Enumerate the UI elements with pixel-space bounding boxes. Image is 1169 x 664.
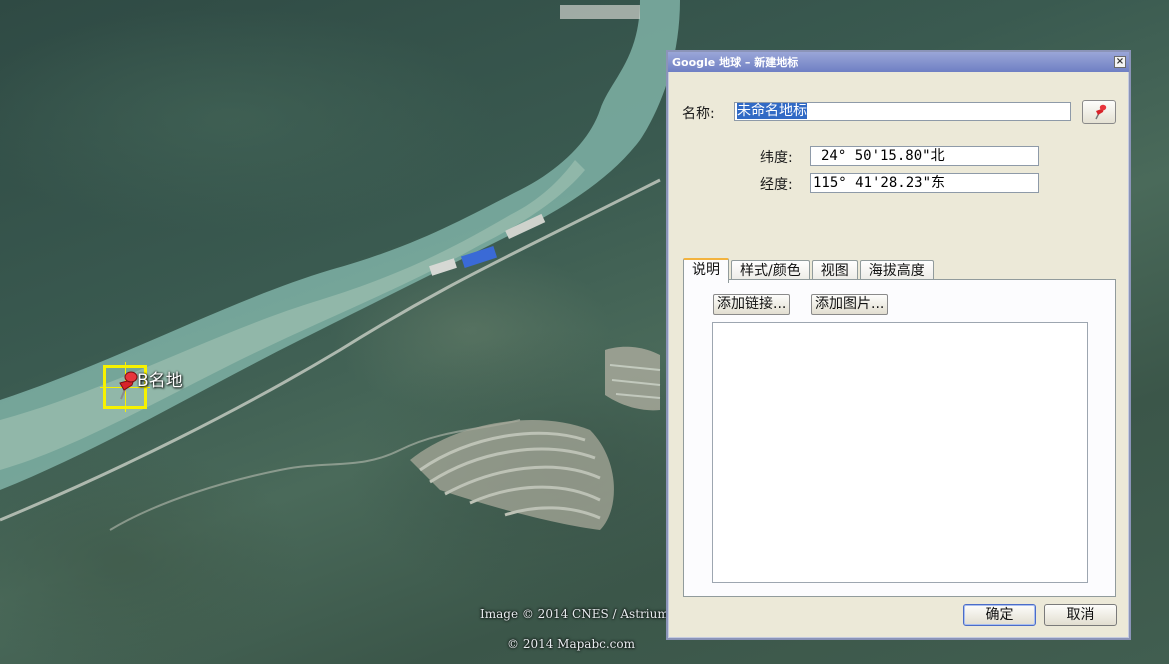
longitude-input[interactable]: 115° 41'28.23"东 [810,173,1039,193]
description-tab-panel: 添加链接... 添加图片... [683,279,1116,597]
mapabc-credit: © 2014 Mapabc.com [507,637,635,651]
latitude-label: 纬度: [760,150,793,166]
tab-description[interactable]: 说明 [683,258,729,283]
add-link-button[interactable]: 添加链接... [713,294,791,315]
longitude-label: 经度: [760,177,793,193]
placemark-label[interactable]: B名地 [137,366,183,391]
building [560,5,640,19]
description-textarea[interactable] [712,322,1088,583]
ok-button[interactable]: 确定 [963,604,1036,626]
dialog-title: Google 地球 – 新建地标 [672,56,799,69]
terraced-fields [410,346,661,530]
add-image-button[interactable]: 添加图片... [811,294,889,315]
placemark-icon-button[interactable] [1082,100,1116,124]
name-input-value: 未命名地标 [737,103,807,119]
dialog-titlebar[interactable]: Google 地球 – 新建地标 × [668,52,1129,72]
tab-style-color[interactable]: 样式/颜色 [731,260,810,281]
name-input[interactable]: 未命名地标 [734,102,1071,121]
dialog-tabs: 说明 样式/颜色 视图 海拔高度 [683,258,936,283]
latitude-input[interactable]: 24° 50'15.80"北 [810,146,1039,166]
imagery-credit: Image © 2014 CNES / Astrium [480,607,669,621]
new-placemark-dialog: Google 地球 – 新建地标 × 名称: 未命名地标 纬度: 24° 50'… [666,50,1131,640]
name-label: 名称: [682,106,715,122]
pushpin-icon [1095,104,1107,120]
close-icon[interactable]: × [1114,56,1126,68]
tab-altitude[interactable]: 海拔高度 [859,260,934,281]
tab-view[interactable]: 视图 [811,260,858,281]
cancel-button[interactable]: 取消 [1044,604,1117,626]
